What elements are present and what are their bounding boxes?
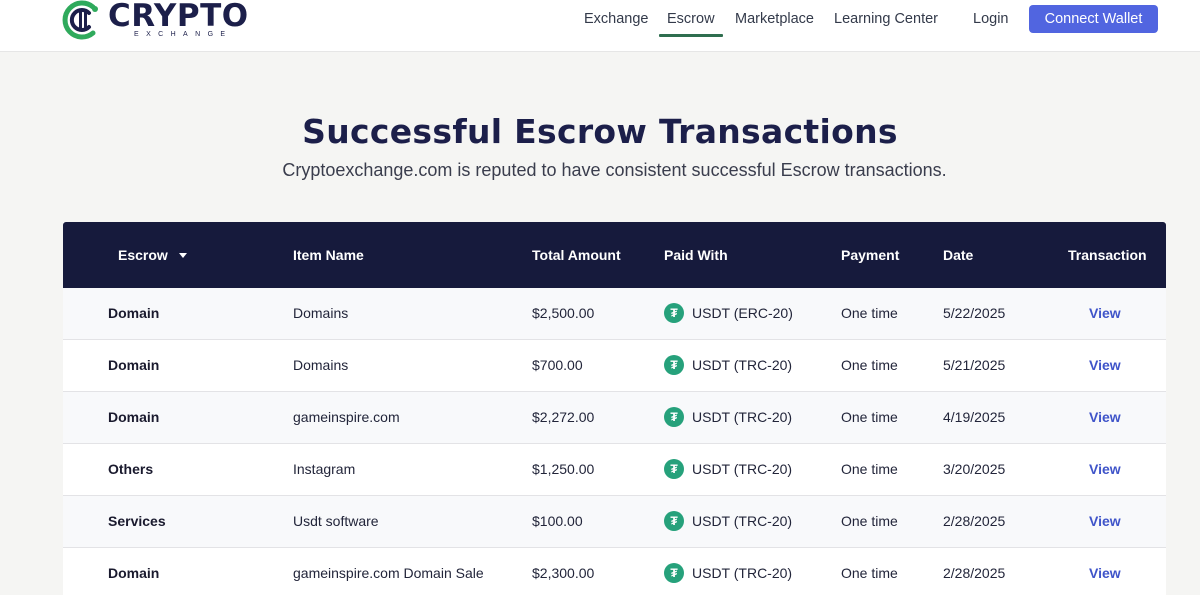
column-header-total-amount: Total Amount: [532, 247, 621, 263]
row-escrow-type: Domain: [108, 357, 160, 373]
row-payment: One time: [841, 461, 898, 477]
column-header-payment: Payment: [841, 247, 900, 263]
tether-icon: ₮: [664, 407, 684, 427]
table-row: Domain gameinspire.com Domain Sale $2,30…: [63, 548, 1166, 595]
table-row: Services Usdt software $100.00 ₮ USDT (TR…: [63, 496, 1166, 548]
row-amount: $2,300.00: [532, 565, 595, 581]
page-title: Successful Escrow Transactions: [302, 112, 898, 151]
row-payment: One time: [841, 409, 898, 425]
view-transaction-link[interactable]: View: [1089, 357, 1121, 373]
row-date: 5/22/2025: [943, 305, 1006, 321]
row-amount: $100.00: [532, 513, 583, 529]
row-paid-with: ₮ USDT (TRC-20): [664, 511, 792, 531]
row-payment: One time: [841, 513, 898, 529]
row-escrow-type: Domain: [108, 409, 160, 425]
nav-item-learning-center[interactable]: Learning Center: [834, 11, 938, 27]
nav-item-exchange[interactable]: Exchange: [584, 11, 649, 27]
row-escrow-type: Domain: [108, 565, 160, 581]
brand-wordmark: CRYPTO EXCHANGE: [108, 0, 249, 38]
caret-down-icon: [178, 252, 187, 258]
view-transaction-link[interactable]: View: [1089, 461, 1121, 477]
table-row: Domain Domains $2,500.00 ₮ USDT (ERC-20) …: [63, 288, 1166, 340]
row-date: 5/21/2025: [943, 357, 1006, 373]
row-date: 3/20/2025: [943, 461, 1006, 477]
row-amount: $2,500.00: [532, 305, 595, 321]
view-transaction-link[interactable]: View: [1089, 565, 1121, 581]
page-subtitle: Cryptoexchange.com is reputed to have co…: [282, 160, 947, 180]
row-item-name: gameinspire.com Domain Sale: [293, 565, 484, 581]
row-paid-with: ₮ USDT (TRC-20): [664, 563, 792, 583]
column-header-date: Date: [943, 247, 974, 263]
view-transaction-link[interactable]: View: [1089, 409, 1121, 425]
row-paid-with-label: USDT (TRC-20): [692, 409, 793, 425]
crypto-logo-icon: [62, 0, 104, 40]
login-link[interactable]: Login: [973, 11, 1008, 27]
row-item-name: Domains: [293, 305, 349, 321]
tether-icon: ₮: [664, 303, 684, 323]
row-payment: One time: [841, 357, 898, 373]
table-row: Domain gameinspire.com $2,272.00 ₮ USDT (…: [63, 392, 1166, 444]
row-paid-with-label: USDT (TRC-20): [692, 565, 793, 581]
row-paid-with-label: USDT (TRC-20): [692, 357, 793, 373]
tether-icon: ₮: [664, 511, 684, 531]
nav-item-marketplace[interactable]: Marketplace: [735, 11, 814, 27]
row-date: 4/19/2025: [943, 409, 1006, 425]
row-escrow-type: Domain: [108, 305, 160, 321]
row-date: 2/28/2025: [943, 513, 1006, 529]
row-date: 2/28/2025: [943, 565, 1006, 581]
connect-wallet-button[interactable]: Connect Wallet: [1029, 5, 1158, 33]
brand-subname: EXCHANGE: [134, 31, 233, 38]
escrow-filter-dropdown[interactable]: Escrow: [118, 247, 187, 263]
row-paid-with: ₮ USDT (TRC-20): [664, 407, 792, 427]
row-paid-with-label: USDT (ERC-20): [692, 305, 793, 321]
table-row: Domain Domains $700.00 ₮ USDT (TRC-20) On…: [63, 340, 1166, 392]
row-item-name: Domains: [293, 357, 349, 373]
column-header-item-name: Item Name: [293, 247, 364, 263]
row-item-name: Instagram: [293, 461, 356, 477]
row-escrow-type: Services: [108, 513, 166, 529]
column-header-transaction: Transaction: [1068, 247, 1147, 263]
tether-icon: ₮: [664, 563, 684, 583]
row-escrow-type: Others: [108, 461, 154, 477]
escrow-transactions-table: Escrow Item Name Total Amount Paid With …: [63, 222, 1166, 595]
row-paid-with: ₮ USDT (ERC-20): [664, 303, 793, 323]
column-header-escrow: Escrow: [118, 247, 168, 263]
brand-logo[interactable]: CRYPTO EXCHANGE: [62, 0, 249, 40]
row-amount: $1,250.00: [532, 461, 595, 477]
view-transaction-link[interactable]: View: [1089, 305, 1121, 321]
row-paid-with-label: USDT (TRC-20): [692, 461, 793, 477]
row-paid-with-label: USDT (TRC-20): [692, 513, 793, 529]
row-item-name: Usdt software: [293, 513, 379, 529]
tether-icon: ₮: [664, 355, 684, 375]
tether-icon: ₮: [664, 459, 684, 479]
brand-name: CRYPTO: [108, 0, 249, 34]
row-payment: One time: [841, 305, 898, 321]
row-payment: One time: [841, 565, 898, 581]
row-paid-with: ₮ USDT (TRC-20): [664, 355, 792, 375]
top-header: CRYPTO EXCHANGE Exchange Escrow Marketpl…: [0, 0, 1200, 52]
column-header-paid-with: Paid With: [664, 247, 728, 263]
row-paid-with: ₮ USDT (TRC-20): [664, 459, 792, 479]
view-transaction-link[interactable]: View: [1089, 513, 1121, 529]
table-header: Escrow Item Name Total Amount Paid With …: [63, 222, 1166, 288]
row-item-name: gameinspire.com: [293, 409, 400, 425]
row-amount: $2,272.00: [532, 409, 595, 425]
nav-item-escrow[interactable]: Escrow: [659, 11, 723, 37]
table-row: Others Instagram $1,250.00 ₮ USDT (TRC-20…: [63, 444, 1166, 496]
row-amount: $700.00: [532, 357, 583, 373]
